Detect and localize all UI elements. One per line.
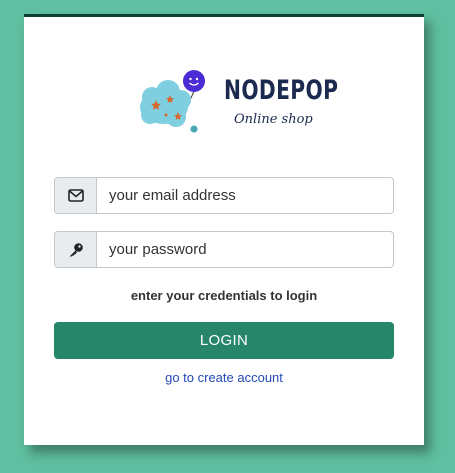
email-field-group	[54, 177, 394, 214]
password-input[interactable]	[97, 232, 393, 267]
cloud-balloon-icon	[140, 70, 205, 133]
login-hint: enter your credentials to login	[130, 288, 318, 303]
logo: NODEPOP Online shop	[136, 67, 338, 139]
password-addon	[55, 232, 97, 267]
password-field-group	[54, 231, 394, 268]
brand-tagline: Online shop	[234, 112, 313, 127]
login-button[interactable]: LOGIN	[54, 322, 394, 359]
email-addon	[55, 178, 97, 213]
envelope-icon	[67, 189, 84, 202]
login-card: NODEPOP Online shop enter your credentia…	[24, 14, 424, 445]
brand-name: NODEPOP	[224, 75, 339, 106]
create-account-link[interactable]: go to create account	[24, 370, 424, 385]
key-icon	[69, 242, 83, 256]
email-input[interactable]	[97, 178, 393, 213]
